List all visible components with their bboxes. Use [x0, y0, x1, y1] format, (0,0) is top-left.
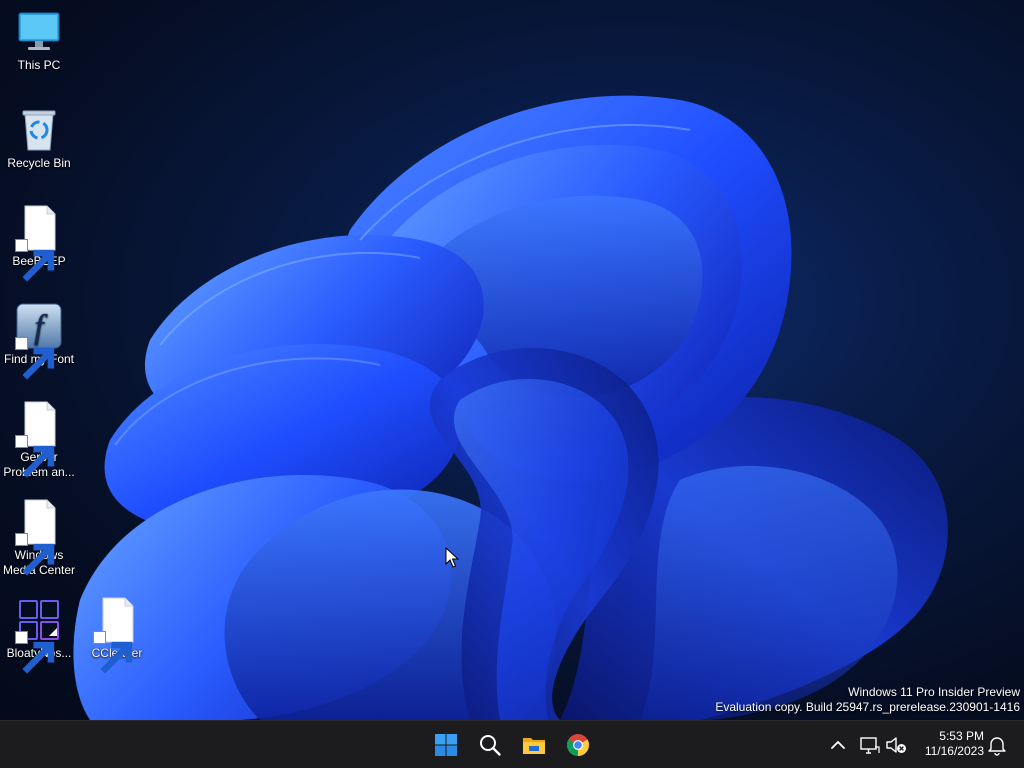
desktop-icon-find-my-font[interactable]: f Find my Font [0, 302, 78, 380]
watermark-edition: Windows 11 Pro Insider Preview [848, 685, 1020, 699]
search-button[interactable] [470, 725, 510, 765]
blank-file-icon [93, 596, 141, 674]
grid-squares-icon [15, 596, 63, 674]
folder-icon [523, 738, 545, 754]
mouse-pointer-icon [445, 547, 459, 568]
desktop-icon-windows-media-center[interactable]: Windows Media Center [0, 498, 78, 578]
shortcut-arrow-icon [15, 239, 55, 282]
shortcut-arrow-icon [93, 631, 133, 674]
desktop-icon-label: This PC [17, 58, 61, 72]
chevron-up-icon[interactable] [826, 733, 850, 757]
chrome-icon [567, 734, 589, 756]
taskbar: 5:53 PM 11/16/2023 [0, 720, 1024, 768]
shortcut-arrow-icon [15, 631, 55, 674]
search-icon [480, 735, 501, 756]
evaluation-watermark: Windows 11 Pro Insider Preview Evaluatio… [715, 685, 1020, 715]
desktop-icon-this-pc[interactable]: This PC [0, 8, 78, 73]
network-icon[interactable] [858, 733, 880, 757]
desktop-icon-bloatynosy[interactable]: BloatyNos... [0, 596, 78, 674]
blank-file-icon [15, 498, 63, 576]
volume-muted-icon[interactable] [884, 733, 908, 757]
desktop-icon-label: Recycle Bin [7, 156, 71, 170]
windows-logo-icon [435, 734, 457, 756]
shortcut-arrow-icon [15, 337, 55, 380]
start-button[interactable] [426, 725, 466, 765]
desktop[interactable]: This PC Recycle Bin BeeBEEP f Find my Fo… [0, 0, 1024, 720]
clock-date: 11/16/2023 [924, 744, 984, 758]
blank-file-icon [15, 204, 63, 282]
desktop-icon-gerber[interactable]: Gerber Problem an... [0, 400, 78, 480]
clock[interactable]: 5:53 PM 11/16/2023 [910, 729, 984, 759]
shortcut-arrow-icon [15, 435, 55, 478]
desktop-icon-recycle-bin[interactable]: Recycle Bin [0, 106, 78, 171]
file-explorer-button[interactable] [514, 725, 554, 765]
font-f-icon: f [15, 302, 63, 380]
clock-time: 5:53 PM [939, 729, 984, 743]
monitor-icon [15, 8, 63, 56]
desktop-icon-beebeep[interactable]: BeeBEEP [0, 204, 78, 282]
desktop-icon-ccleaner[interactable]: CCleaner [78, 596, 156, 674]
chrome-button[interactable] [558, 725, 598, 765]
shortcut-arrow-icon [15, 533, 55, 576]
notification-bell-icon[interactable] [986, 733, 1008, 757]
blank-file-icon [15, 400, 63, 478]
watermark-build: Evaluation copy. Build 25947.rs_prerelea… [715, 700, 1020, 714]
recycle-bin-icon [15, 106, 63, 154]
